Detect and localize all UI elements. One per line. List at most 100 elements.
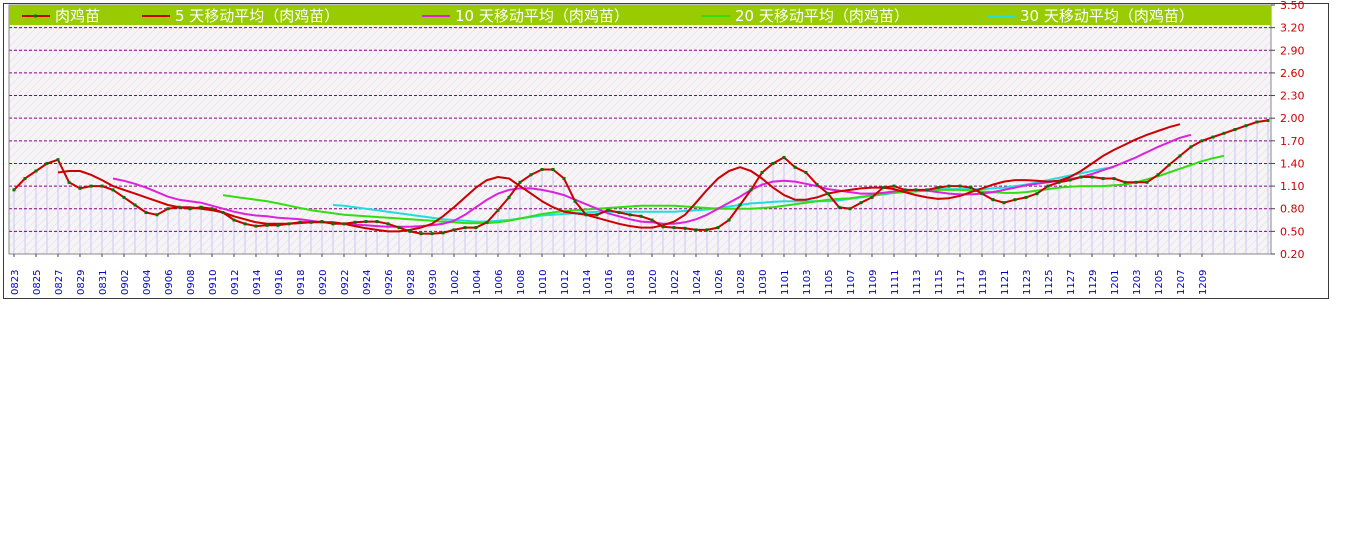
legend-label-ma20: 20 天移动平均（肉鸡苗） xyxy=(735,7,909,25)
y-tick-label: 3.20 xyxy=(1280,22,1305,35)
price-point xyxy=(1079,175,1083,179)
price-point xyxy=(1024,195,1028,199)
price-point xyxy=(870,195,874,199)
x-tick-label: 0928 xyxy=(406,270,417,295)
y-tick-label: 1.40 xyxy=(1280,157,1305,170)
x-tick-label: 1119 xyxy=(978,270,989,295)
y-tick-label: 2.00 xyxy=(1280,112,1305,125)
price-point xyxy=(826,192,830,196)
price-point xyxy=(232,218,236,222)
x-tick-label: 1103 xyxy=(802,270,813,295)
price-point xyxy=(661,225,665,229)
x-axis: 0823 0825 0827 0829 0831 0902 0904 0906 0908 0910… xyxy=(10,254,1209,295)
price-point xyxy=(408,229,412,233)
price-point xyxy=(859,201,863,205)
x-tick-label: 1022 xyxy=(670,270,681,295)
x-tick-label: 1105 xyxy=(824,270,835,295)
price-point xyxy=(540,167,544,171)
x-tick-label: 1117 xyxy=(956,270,967,295)
y-tick-label: 0.20 xyxy=(1280,248,1305,261)
x-tick-label: 1203 xyxy=(1132,270,1143,295)
y-tick-label: 2.90 xyxy=(1280,44,1305,57)
price-point xyxy=(1178,154,1182,158)
price-point xyxy=(694,228,698,232)
price-point xyxy=(991,198,995,202)
price-point xyxy=(397,226,401,230)
x-tick-label: 0825 xyxy=(32,270,43,295)
price-point xyxy=(760,171,764,175)
price-point xyxy=(1134,180,1138,184)
y-tick-label: 0.80 xyxy=(1280,203,1305,216)
x-tick-label: 1006 xyxy=(494,270,505,295)
price-point xyxy=(628,213,632,217)
price-point xyxy=(1189,145,1193,149)
price-point xyxy=(815,183,819,187)
price-point xyxy=(67,180,71,184)
x-tick-label: 1209 xyxy=(1198,270,1209,295)
price-point xyxy=(386,222,390,226)
price-point xyxy=(177,205,181,209)
price-point xyxy=(210,207,214,211)
legend-label-ma10: 10 天移动平均（肉鸡苗） xyxy=(455,7,629,25)
x-tick-label: 1121 xyxy=(1000,270,1011,295)
price-point xyxy=(1266,118,1270,122)
price-point xyxy=(848,207,852,211)
price-point xyxy=(12,188,16,192)
price-point xyxy=(287,222,291,226)
price-point xyxy=(793,165,797,169)
price-point xyxy=(881,186,885,190)
price-point xyxy=(914,188,918,192)
x-tick-label: 0924 xyxy=(362,270,373,295)
price-point xyxy=(683,226,687,230)
price-point xyxy=(573,199,577,203)
price-point xyxy=(1145,180,1149,184)
price-point xyxy=(430,232,434,236)
price-point xyxy=(353,220,357,224)
x-tick-label: 1123 xyxy=(1022,270,1033,295)
price-point xyxy=(298,220,302,224)
price-point xyxy=(463,226,467,230)
price-point xyxy=(716,226,720,230)
price-point xyxy=(1167,163,1171,167)
price-point xyxy=(265,223,269,227)
x-tick-label: 1026 xyxy=(714,270,725,295)
y-axis: 3.50 3.20 2.90 2.60 2.30 2.00 1.70 1.40 1.10 0.80… xyxy=(1271,0,1305,261)
x-tick-label: 1008 xyxy=(516,270,527,295)
legend-marker-price xyxy=(34,14,37,18)
x-tick-label: 0902 xyxy=(120,270,131,295)
price-point xyxy=(562,177,566,181)
x-tick-label: 1012 xyxy=(560,270,571,295)
price-point xyxy=(474,226,478,230)
x-tick-label: 1207 xyxy=(1176,270,1187,295)
y-tick-label: 3.50 xyxy=(1280,0,1305,12)
x-tick-label: 0916 xyxy=(274,270,285,295)
price-point xyxy=(1123,180,1127,184)
x-tick-label: 1115 xyxy=(934,270,945,295)
x-tick-label: 1107 xyxy=(846,270,857,295)
x-tick-label: 0906 xyxy=(164,270,175,295)
price-point xyxy=(1068,178,1072,182)
price-point xyxy=(518,180,522,184)
price-point xyxy=(254,224,258,228)
price-point xyxy=(199,205,203,209)
x-tick-label: 0823 xyxy=(10,270,21,295)
price-point xyxy=(925,188,929,192)
x-tick-label: 0831 xyxy=(98,270,109,295)
price-point xyxy=(78,186,82,190)
price-point xyxy=(903,188,907,192)
price-point xyxy=(650,218,654,222)
price-point xyxy=(617,211,621,214)
x-tick-label: 0918 xyxy=(296,270,307,295)
y-tick-label: 1.10 xyxy=(1280,180,1305,193)
price-point xyxy=(551,167,555,171)
price-point xyxy=(1222,131,1226,135)
x-tick-label: 1129 xyxy=(1088,270,1099,295)
price-point xyxy=(1057,180,1061,184)
price-point xyxy=(1211,135,1215,139)
price-point xyxy=(936,186,940,190)
price-point xyxy=(705,228,709,232)
price-point xyxy=(672,226,676,230)
price-point xyxy=(969,186,973,190)
x-tick-label: 0922 xyxy=(340,270,351,295)
x-tick-label: 1020 xyxy=(648,270,659,295)
